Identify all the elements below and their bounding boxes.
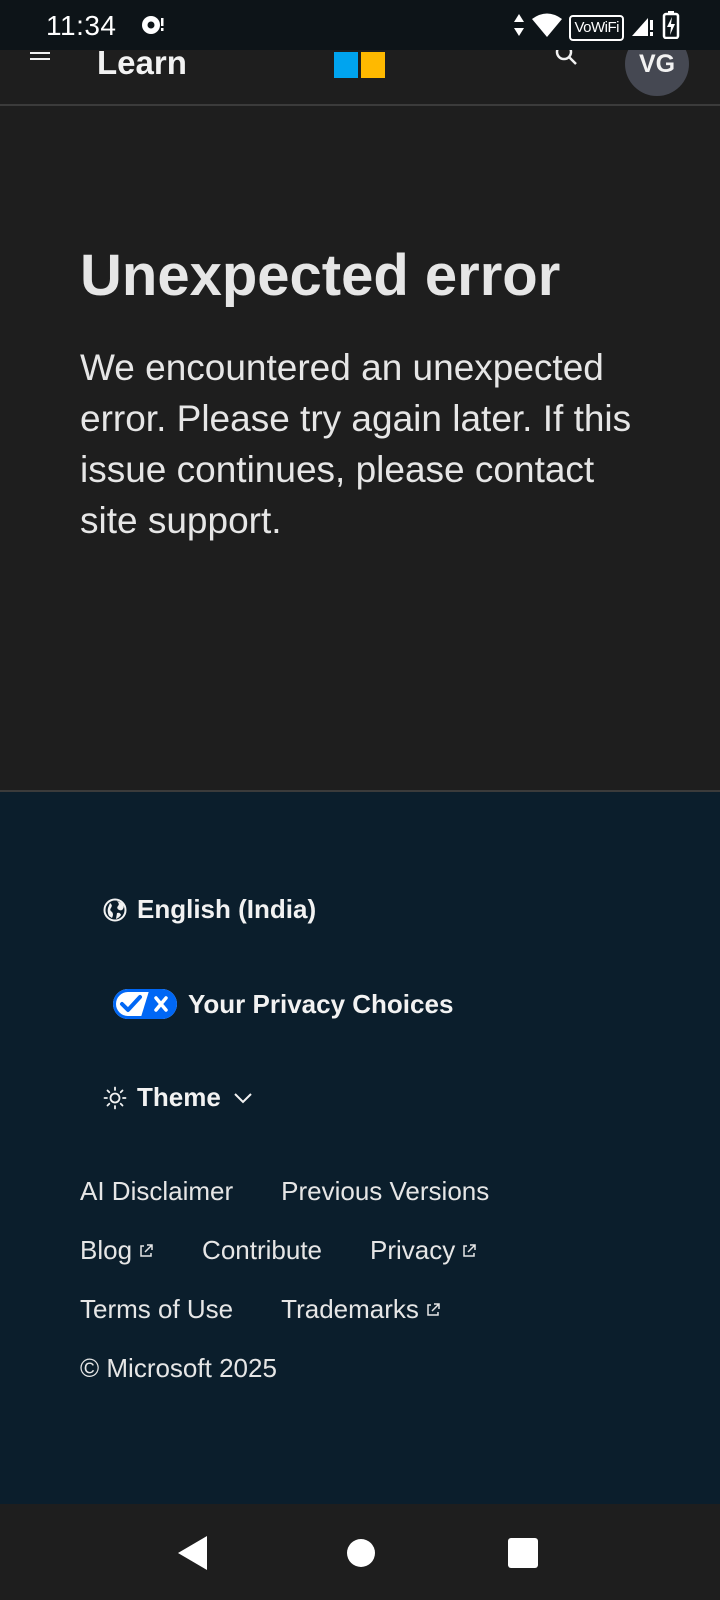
globe-icon xyxy=(103,898,127,922)
footer-link-row: AI Disclaimer Previous Versions xyxy=(80,1176,537,1235)
previous-versions-link[interactable]: Previous Versions xyxy=(281,1176,489,1207)
signal-icon xyxy=(630,12,656,43)
language-selector[interactable]: English (India) xyxy=(103,894,316,925)
home-button[interactable] xyxy=(346,1538,376,1573)
footer-link-row: Terms of Use Trademarks xyxy=(80,1294,537,1353)
menu-icon[interactable] xyxy=(29,50,53,69)
trademarks-label: Trademarks xyxy=(281,1294,419,1324)
privacy-link[interactable]: Privacy xyxy=(370,1235,477,1266)
footer-link-row: Blog Contribute Privacy xyxy=(80,1235,537,1294)
language-label: English (India) xyxy=(137,894,317,924)
error-message: We encountered an unexpected error. Plea… xyxy=(80,347,632,541)
status-icons: VoWiFi xyxy=(513,11,680,44)
ai-disclaimer-link[interactable]: AI Disclaimer xyxy=(80,1176,233,1207)
avatar-initials: VG xyxy=(638,49,676,78)
wifi-icon xyxy=(531,12,563,43)
contribute-link[interactable]: Contribute xyxy=(202,1235,322,1266)
battery-charging-icon xyxy=(662,11,680,44)
footer-links: AI Disclaimer Previous Versions Blog Con… xyxy=(80,1176,537,1384)
external-link-icon xyxy=(461,1235,477,1266)
theme-label: Theme xyxy=(137,1082,221,1112)
error-title: Unexpected error xyxy=(80,243,561,308)
blog-label: Blog xyxy=(80,1235,133,1265)
error-section: Unexpected error We encountered an unexp… xyxy=(0,106,720,790)
privacy-choices-link[interactable]: Your Privacy Choices xyxy=(112,988,453,1020)
status-bar: 11:34 VoWiFi xyxy=(0,0,720,50)
microsoft-logo[interactable] xyxy=(334,52,386,78)
recents-button[interactable] xyxy=(508,1538,538,1573)
privacy-label: Privacy xyxy=(370,1235,456,1265)
vowifi-badge: VoWiFi xyxy=(569,14,624,41)
external-link-icon xyxy=(425,1294,441,1325)
theme-selector[interactable]: Theme xyxy=(103,1082,253,1113)
back-button[interactable] xyxy=(178,1536,208,1575)
navigation-bar xyxy=(0,1504,720,1600)
notification-icon xyxy=(140,14,166,41)
status-time: 11:34 xyxy=(46,10,117,41)
privacy-toggle-icon xyxy=(112,988,178,1020)
sun-icon xyxy=(103,1086,127,1110)
privacy-choices-label: Your Privacy Choices xyxy=(188,988,454,1019)
footer: English (India) Your Privacy Choices The… xyxy=(0,790,720,1504)
data-arrows-icon xyxy=(513,12,525,43)
app-header: Learn VG xyxy=(0,32,720,106)
trademarks-link[interactable]: Trademarks xyxy=(281,1294,441,1325)
external-link-icon xyxy=(138,1235,154,1266)
blog-link[interactable]: Blog xyxy=(80,1235,154,1266)
copyright: © Microsoft 2025 xyxy=(80,1353,277,1383)
terms-of-use-link[interactable]: Terms of Use xyxy=(80,1294,233,1325)
chevron-down-icon xyxy=(233,1092,253,1104)
